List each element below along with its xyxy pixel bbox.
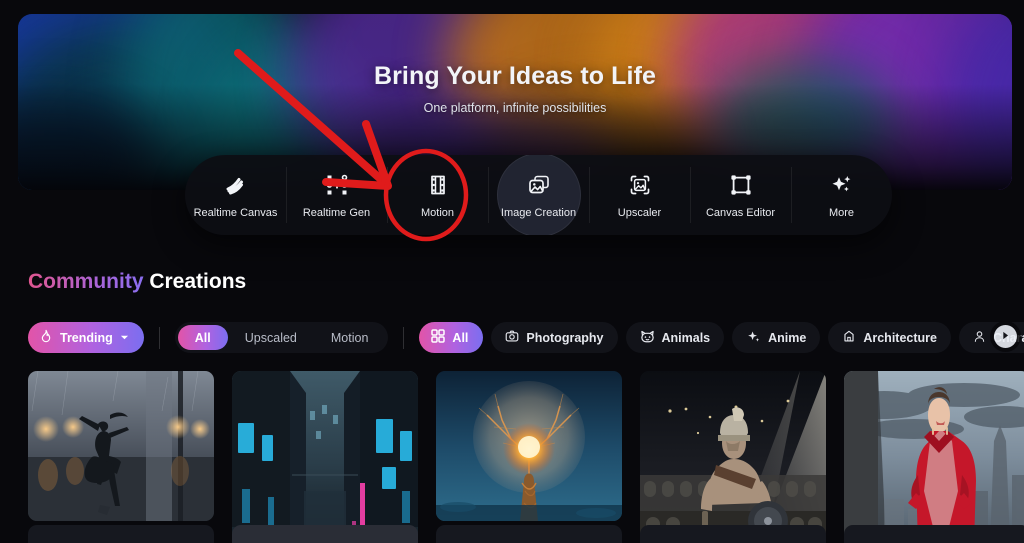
tool-more[interactable]: More [791,155,892,235]
gallery-next-row [28,525,1024,543]
image-scan-frame-icon [627,172,653,198]
gallery-card-placeholder[interactable] [436,525,622,543]
filter-bar: Trending All Upscaled Motion All Photogr… [28,321,1024,354]
tool-motion[interactable]: Motion [387,155,488,235]
sort-trending-dropdown[interactable]: Trending [28,322,144,353]
sort-label: Trending [60,330,113,345]
page-root: Bring Your Ideas to Life One platform, i… [0,0,1024,543]
sparkle-star-icon [746,329,761,347]
dots-plus-grid-icon [324,172,350,198]
gallery-card[interactable] [232,371,418,543]
category-label: Photography [526,330,604,345]
gallery-card[interactable] [640,371,826,543]
gallery-card[interactable] [844,371,1024,543]
page-title: Community Creations [28,270,246,294]
page-title-accent: Community [28,270,144,293]
hero-subtitle: One platform, infinite possibilities [423,101,607,115]
hero-copy: Bring Your Ideas to Life One platform, i… [18,62,1012,115]
gallery-card[interactable] [436,371,622,521]
community-gallery-grid [28,371,1024,543]
tool-label: Image Creation [500,206,577,219]
divider [403,326,405,349]
category-label: All [452,330,469,345]
type-segmented-control: All Upscaled Motion [174,322,389,353]
page-title-plain: Creations [149,270,247,293]
tool-upscaler[interactable]: Upscaler [589,155,690,235]
tool-switcher-bar: Realtime Canvas Realtime Gen Motion Imag… [185,155,892,235]
tool-label: Motion [420,206,455,219]
image-stack-icon [526,172,552,198]
tool-label: Realtime Canvas [193,206,278,219]
category-scroll-next-button[interactable] [994,325,1017,348]
tool-label: Upscaler [617,206,662,219]
gallery-card-placeholder[interactable] [640,525,826,543]
gallery-card-placeholder[interactable] [232,525,418,543]
gallery-thumbnail [640,371,826,543]
film-strip-icon [425,172,451,198]
tool-canvas-editor[interactable]: Canvas Editor [690,155,791,235]
category-chip-all[interactable]: All [419,322,484,353]
category-label: Anime [768,330,807,345]
category-chip-photography[interactable]: Photography [491,322,618,353]
tool-label: Realtime Gen [302,206,371,219]
chevron-down-icon [120,331,129,345]
grid-squares-icon [431,329,446,346]
gallery-card-placeholder[interactable] [844,525,1024,543]
category-label: Animals [661,330,711,345]
gallery-thumbnail [436,371,622,521]
brush-stroke-icon [223,172,249,198]
segment-option-all[interactable]: All [177,325,228,350]
gallery-thumbnail [844,371,1024,543]
hero-title: Bring Your Ideas to Life [373,62,657,90]
chevron-right-icon [1000,328,1011,346]
tool-label: More [828,206,855,219]
tool-image-creation[interactable]: Image Creation [488,155,589,235]
divider [158,326,160,349]
segment-option-upscaled[interactable]: Upscaled [228,325,314,350]
flame-icon [39,329,53,346]
cat-face-icon [640,329,655,347]
building-icon [842,329,856,346]
gallery-card[interactable] [28,371,214,521]
camera-icon [505,329,519,346]
gallery-card-placeholder[interactable] [28,525,214,543]
crop-frame-icon [728,172,754,198]
person-icon [973,330,986,346]
category-chip-architecture[interactable]: Architecture [828,322,951,353]
tool-realtime-gen[interactable]: Realtime Gen [286,155,387,235]
category-chip-list: All Photography Animals Anime Architectu… [419,322,1024,353]
gallery-thumbnail [28,371,214,521]
category-chip-animals[interactable]: Animals [625,322,725,353]
category-label: Architecture [863,330,937,345]
category-chip-anime[interactable]: Anime [732,322,821,353]
tool-realtime-canvas[interactable]: Realtime Canvas [185,155,286,235]
tool-label: Canvas Editor [705,206,776,219]
segment-option-motion[interactable]: Motion [314,325,386,350]
sparkles-icon [829,172,855,198]
gallery-thumbnail [232,371,418,543]
